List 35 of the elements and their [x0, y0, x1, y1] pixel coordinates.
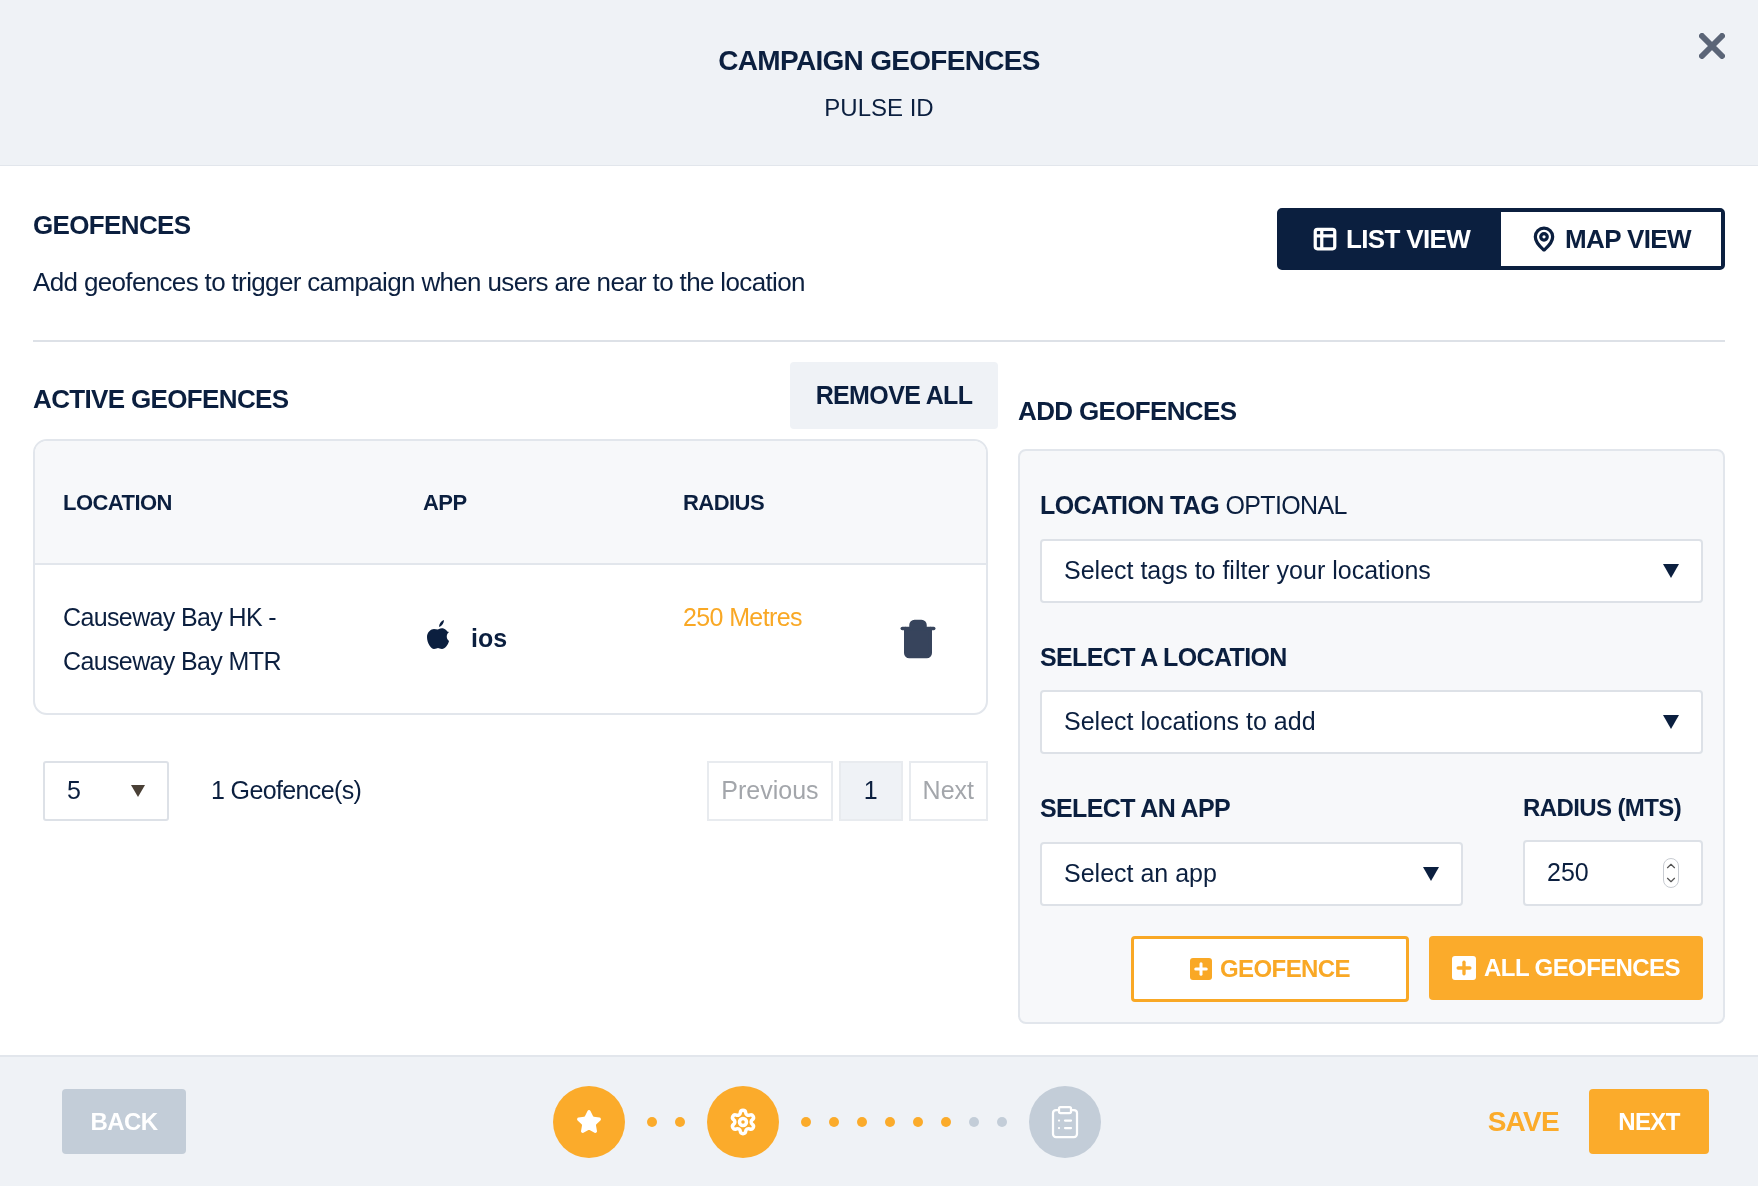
tag-select[interactable]: Select tags to filter your locations: [1040, 538, 1703, 603]
column-header: APP: [423, 488, 467, 517]
plus-icon: [1452, 956, 1477, 980]
column-header: LOCATION: [63, 488, 172, 517]
column-header: RADIUS: [683, 488, 765, 517]
section-description: Add geofences to trigger campaign when users are near to the location: [33, 266, 805, 299]
radius-cell-text: 250 Metres: [683, 602, 803, 633]
caret-icon: [131, 785, 145, 797]
dialog-subtitle: PULSE ID: [824, 92, 934, 123]
page-size-select[interactable]: 5: [43, 761, 169, 821]
plus-icon: [1190, 958, 1213, 980]
section-title: ADD GEOFENCES: [1018, 395, 1238, 428]
app-select[interactable]: Select an app: [1040, 841, 1463, 906]
close-icon: [1699, 33, 1725, 59]
field-label: LOCATION TAG OPTIONAL: [1040, 490, 1348, 521]
gear-icon: [728, 1107, 757, 1136]
caret-icon: [1663, 715, 1679, 729]
star-icon: [575, 1108, 602, 1135]
section-title: ACTIVE GEOFENCES: [33, 383, 289, 416]
section-title: GEOFENCES: [33, 209, 192, 242]
geofence-count: 1 Geofence(s): [211, 775, 362, 807]
field-label: SELECT AN APP: [1040, 793, 1232, 824]
pagination-button[interactable]: 1: [838, 761, 903, 821]
remove-all-button[interactable]: REMOVE ALL: [790, 362, 998, 429]
dialog-title: CAMPAIGN GEOFENCES: [718, 43, 1040, 78]
location-cell-text: Causeway Bay HK - Causeway Bay MTR: [63, 602, 282, 677]
caret-icon: [1663, 563, 1679, 578]
view-tab[interactable]: LIST VIEW: [1281, 212, 1501, 266]
location-select[interactable]: Select locations to add: [1040, 690, 1703, 754]
field-label: SELECT A LOCATION: [1040, 641, 1288, 673]
radius-field[interactable]: 250: [1523, 840, 1703, 906]
field-label: RADIUS (MTS): [1523, 793, 1683, 823]
caret-icon: [1423, 866, 1439, 881]
table-icon: [1311, 226, 1338, 252]
app-cell-text: ios: [471, 623, 508, 655]
